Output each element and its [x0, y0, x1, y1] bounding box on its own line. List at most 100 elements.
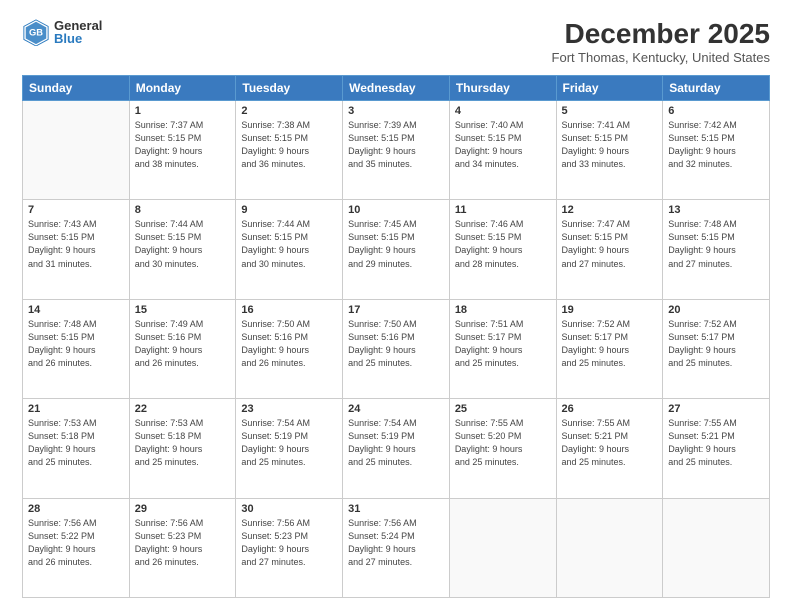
day-info: Sunrise: 7:47 AM Sunset: 5:15 PM Dayligh… — [562, 218, 658, 270]
day-info: Sunrise: 7:56 AM Sunset: 5:22 PM Dayligh… — [28, 517, 124, 569]
day-number: 25 — [455, 403, 551, 415]
table-row: 19 Sunrise: 7:52 AM Sunset: 5:17 PM Dayli… — [556, 299, 663, 398]
table-row: 7 Sunrise: 7:43 AM Sunset: 5:15 PM Daylig… — [23, 200, 130, 299]
day-number: 9 — [241, 204, 337, 216]
day-info: Sunrise: 7:38 AM Sunset: 5:15 PM Dayligh… — [241, 119, 337, 171]
table-row: 1Sunrise: 7:37 AM Sunset: 5:15 PM Daylig… — [129, 101, 236, 200]
table-row: 4Sunrise: 7:40 AM Sunset: 5:15 PM Daylig… — [449, 101, 556, 200]
day-number: 3 — [348, 105, 444, 117]
day-info: Sunrise: 7:46 AM Sunset: 5:15 PM Dayligh… — [455, 218, 551, 270]
day-info: Sunrise: 7:48 AM Sunset: 5:15 PM Dayligh… — [28, 318, 124, 370]
day-number: 2 — [241, 105, 337, 117]
day-info: Sunrise: 7:52 AM Sunset: 5:17 PM Dayligh… — [562, 318, 658, 370]
day-number: 5 — [562, 105, 658, 117]
day-number: 6 — [668, 105, 764, 117]
day-number: 21 — [28, 403, 124, 415]
col-monday: Monday — [129, 76, 236, 101]
table-row: 25 Sunrise: 7:55 AM Sunset: 5:20 PM Dayli… — [449, 399, 556, 498]
table-row: 11Sunrise: 7:46 AM Sunset: 5:15 PM Dayli… — [449, 200, 556, 299]
table-row: 2 Sunrise: 7:38 AM Sunset: 5:15 PM Daylig… — [236, 101, 343, 200]
day-number: 20 — [668, 304, 764, 316]
day-info: Sunrise: 7:50 AM Sunset: 5:16 PM Dayligh… — [241, 318, 337, 370]
day-info: Sunrise: 7:56 AM Sunset: 5:23 PM Dayligh… — [241, 517, 337, 569]
calendar-week-row: 1Sunrise: 7:37 AM Sunset: 5:15 PM Daylig… — [23, 101, 770, 200]
col-saturday: Saturday — [663, 76, 770, 101]
day-number: 8 — [135, 204, 231, 216]
table-row: 18Sunrise: 7:51 AM Sunset: 5:17 PM Dayli… — [449, 299, 556, 398]
table-row: 17 Sunrise: 7:50 AM Sunset: 5:16 PM Dayli… — [343, 299, 450, 398]
table-row: 24 Sunrise: 7:54 AM Sunset: 5:19 PM Dayli… — [343, 399, 450, 498]
calendar-week-row: 21 Sunrise: 7:53 AM Sunset: 5:18 PM Dayli… — [23, 399, 770, 498]
table-row: 27 Sunrise: 7:55 AM Sunset: 5:21 PM Dayli… — [663, 399, 770, 498]
table-row: 29Sunrise: 7:56 AM Sunset: 5:23 PM Dayli… — [129, 498, 236, 597]
col-friday: Friday — [556, 76, 663, 101]
calendar-week-row: 28 Sunrise: 7:56 AM Sunset: 5:22 PM Dayli… — [23, 498, 770, 597]
calendar-week-row: 7 Sunrise: 7:43 AM Sunset: 5:15 PM Daylig… — [23, 200, 770, 299]
day-number: 13 — [668, 204, 764, 216]
day-number: 31 — [348, 503, 444, 515]
day-number: 26 — [562, 403, 658, 415]
day-info: Sunrise: 7:44 AM Sunset: 5:15 PM Dayligh… — [241, 218, 337, 270]
day-info: Sunrise: 7:42 AM Sunset: 5:15 PM Dayligh… — [668, 119, 764, 171]
table-row: 28 Sunrise: 7:56 AM Sunset: 5:22 PM Dayli… — [23, 498, 130, 597]
day-number: 15 — [135, 304, 231, 316]
col-thursday: Thursday — [449, 76, 556, 101]
day-number: 30 — [241, 503, 337, 515]
location: Fort Thomas, Kentucky, United States — [552, 50, 770, 65]
table-row — [23, 101, 130, 200]
table-row: 20Sunrise: 7:52 AM Sunset: 5:17 PM Dayli… — [663, 299, 770, 398]
table-row: 9 Sunrise: 7:44 AM Sunset: 5:15 PM Daylig… — [236, 200, 343, 299]
day-info: Sunrise: 7:49 AM Sunset: 5:16 PM Dayligh… — [135, 318, 231, 370]
day-info: Sunrise: 7:48 AM Sunset: 5:15 PM Dayligh… — [668, 218, 764, 270]
col-wednesday: Wednesday — [343, 76, 450, 101]
day-info: Sunrise: 7:40 AM Sunset: 5:15 PM Dayligh… — [455, 119, 551, 171]
day-number: 12 — [562, 204, 658, 216]
day-number: 24 — [348, 403, 444, 415]
table-row: 21 Sunrise: 7:53 AM Sunset: 5:18 PM Dayli… — [23, 399, 130, 498]
day-info: Sunrise: 7:55 AM Sunset: 5:21 PM Dayligh… — [668, 417, 764, 469]
logo: GB General Blue — [22, 18, 102, 46]
day-info: Sunrise: 7:45 AM Sunset: 5:15 PM Dayligh… — [348, 218, 444, 270]
day-info: Sunrise: 7:56 AM Sunset: 5:23 PM Dayligh… — [135, 517, 231, 569]
table-row: 5 Sunrise: 7:41 AM Sunset: 5:15 PM Daylig… — [556, 101, 663, 200]
calendar-week-row: 14Sunrise: 7:48 AM Sunset: 5:15 PM Dayli… — [23, 299, 770, 398]
day-info: Sunrise: 7:54 AM Sunset: 5:19 PM Dayligh… — [241, 417, 337, 469]
day-info: Sunrise: 7:54 AM Sunset: 5:19 PM Dayligh… — [348, 417, 444, 469]
table-row: 23 Sunrise: 7:54 AM Sunset: 5:19 PM Dayli… — [236, 399, 343, 498]
day-info: Sunrise: 7:50 AM Sunset: 5:16 PM Dayligh… — [348, 318, 444, 370]
month-title: December 2025 — [552, 18, 770, 50]
calendar: Sunday Monday Tuesday Wednesday Thursday… — [22, 75, 770, 598]
header: GB General Blue December 2025 Fort Thoma… — [22, 18, 770, 65]
day-number: 28 — [28, 503, 124, 515]
table-row: 15 Sunrise: 7:49 AM Sunset: 5:16 PM Dayli… — [129, 299, 236, 398]
day-info: Sunrise: 7:51 AM Sunset: 5:17 PM Dayligh… — [455, 318, 551, 370]
table-row: 14Sunrise: 7:48 AM Sunset: 5:15 PM Dayli… — [23, 299, 130, 398]
table-row: 10Sunrise: 7:45 AM Sunset: 5:15 PM Dayli… — [343, 200, 450, 299]
day-number: 23 — [241, 403, 337, 415]
day-info: Sunrise: 7:55 AM Sunset: 5:21 PM Dayligh… — [562, 417, 658, 469]
table-row: 30 Sunrise: 7:56 AM Sunset: 5:23 PM Dayli… — [236, 498, 343, 597]
day-info: Sunrise: 7:44 AM Sunset: 5:15 PM Dayligh… — [135, 218, 231, 270]
table-row: 6 Sunrise: 7:42 AM Sunset: 5:15 PM Daylig… — [663, 101, 770, 200]
page: GB General Blue December 2025 Fort Thoma… — [0, 0, 792, 612]
col-tuesday: Tuesday — [236, 76, 343, 101]
day-number: 1 — [135, 105, 231, 117]
table-row: 13 Sunrise: 7:48 AM Sunset: 5:15 PM Dayli… — [663, 200, 770, 299]
day-number: 16 — [241, 304, 337, 316]
logo-text: General Blue — [54, 19, 102, 45]
day-info: Sunrise: 7:41 AM Sunset: 5:15 PM Dayligh… — [562, 119, 658, 171]
day-info: Sunrise: 7:43 AM Sunset: 5:15 PM Dayligh… — [28, 218, 124, 270]
day-number: 17 — [348, 304, 444, 316]
day-number: 7 — [28, 204, 124, 216]
day-info: Sunrise: 7:53 AM Sunset: 5:18 PM Dayligh… — [28, 417, 124, 469]
title-block: December 2025 Fort Thomas, Kentucky, Uni… — [552, 18, 770, 65]
table-row: 3Sunrise: 7:39 AM Sunset: 5:15 PM Daylig… — [343, 101, 450, 200]
day-number: 19 — [562, 304, 658, 316]
table-row: 22 Sunrise: 7:53 AM Sunset: 5:18 PM Dayli… — [129, 399, 236, 498]
col-sunday: Sunday — [23, 76, 130, 101]
day-info: Sunrise: 7:55 AM Sunset: 5:20 PM Dayligh… — [455, 417, 551, 469]
table-row: 31Sunrise: 7:56 AM Sunset: 5:24 PM Dayli… — [343, 498, 450, 597]
day-info: Sunrise: 7:53 AM Sunset: 5:18 PM Dayligh… — [135, 417, 231, 469]
day-number: 22 — [135, 403, 231, 415]
day-number: 27 — [668, 403, 764, 415]
